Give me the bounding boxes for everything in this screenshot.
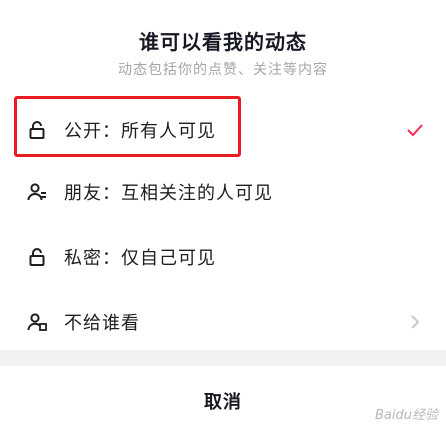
- option-friends-label: 朋友：互相关注的人可见: [64, 183, 273, 204]
- user-block-icon: [27, 313, 47, 331]
- option-hide-from[interactable]: 不给谁看: [0, 294, 446, 350]
- lock-icon: [29, 248, 45, 266]
- option-public-label: 公开：所有人可见: [64, 121, 216, 142]
- option-private-label: 私密：仅自己可见: [64, 248, 216, 269]
- lock-icon: [29, 121, 45, 139]
- option-private[interactable]: 私密：仅自己可见: [0, 229, 446, 285]
- check-icon: [407, 124, 423, 137]
- sheet-title: 谁可以看我的动态: [139, 30, 307, 54]
- section-divider: [0, 350, 446, 366]
- sheet-subtitle: 动态包括你的点赞、关注等内容: [118, 62, 328, 78]
- friends-icon: [27, 183, 46, 201]
- chevron-right-icon: [411, 315, 420, 329]
- option-public[interactable]: 公开：所有人可见: [0, 102, 446, 158]
- visibility-sheet: 谁可以看我的动态 动态包括你的点赞、关注等内容 公开：所有人可见 朋友：互相关注…: [0, 0, 446, 429]
- option-friends[interactable]: 朋友：互相关注的人可见: [0, 164, 446, 220]
- option-hide-from-label: 不给谁看: [64, 313, 140, 334]
- watermark: Baidu经验: [375, 408, 438, 423]
